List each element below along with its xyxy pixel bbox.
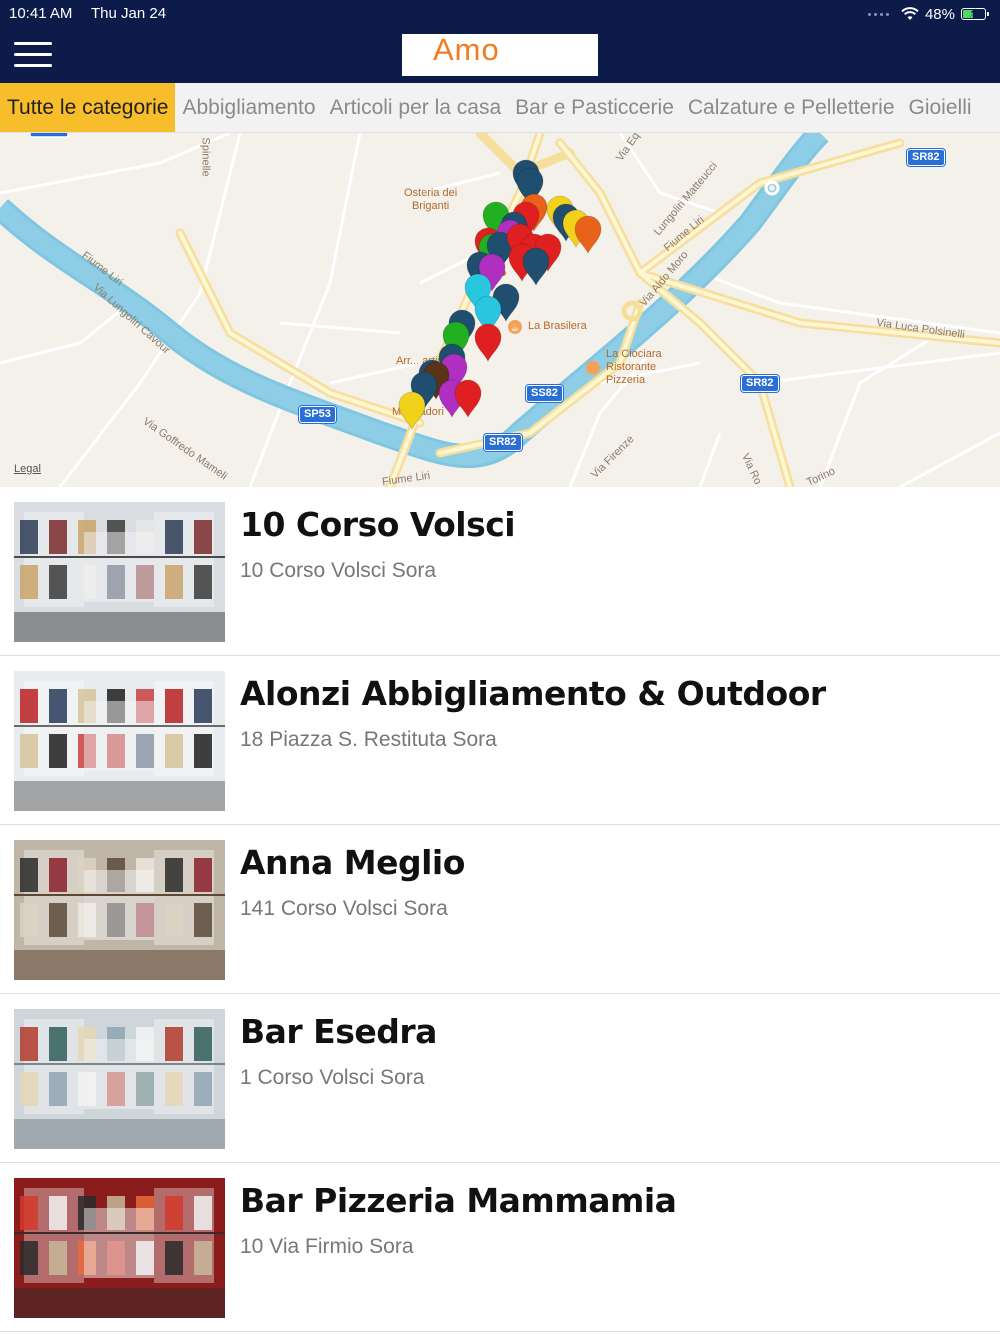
store-name: Alonzi Abbigliamento & Outdoor — [240, 674, 826, 713]
store-name: Anna Meglio — [240, 843, 465, 882]
category-tab[interactable]: Bar e Pasticcerie — [508, 83, 681, 132]
store-photo — [14, 671, 225, 811]
map-pin[interactable] — [474, 323, 502, 363]
map-pin[interactable] — [398, 391, 426, 431]
store-list[interactable]: 10 Corso Volsci 10 Corso Volsci Sora Alon… — [0, 487, 1000, 1332]
store-row[interactable]: Bar Esedra 1 Corso Volsci Sora — [0, 994, 1000, 1163]
category-tab[interactable]: Tutte le categorie — [0, 83, 176, 132]
category-tab[interactable]: Gioielli — [902, 83, 979, 132]
store-row[interactable]: Alonzi Abbigliamento & Outdoor 18 Piazza … — [0, 656, 1000, 825]
map-pin[interactable] — [522, 247, 550, 287]
cellular-dots-icon — [867, 12, 889, 16]
app-logo: Amo — [402, 32, 598, 76]
store-address: 18 Piazza S. Restituta Sora — [240, 728, 497, 751]
store-address: 10 Via Firmio Sora — [240, 1235, 414, 1258]
menu-button[interactable] — [14, 42, 52, 68]
status-date: Thu Jan 24 — [91, 5, 167, 22]
battery-icon: ⚡ — [961, 6, 989, 20]
store-address: 1 Corso Volsci Sora — [240, 1066, 425, 1089]
store-photo — [14, 840, 225, 980]
app-logo-text: Amo — [433, 32, 500, 67]
store-row[interactable]: 10 Corso Volsci 10 Corso Volsci Sora — [0, 487, 1000, 656]
map-view[interactable]: ☕ Osteria dei Briganti La Brasilera La C… — [0, 133, 1000, 487]
store-photo — [14, 1178, 225, 1318]
store-row[interactable]: Bar Pizzeria Mammamia 10 Via Firmio Sora — [0, 1163, 1000, 1332]
store-name: Bar Pizzeria Mammamia — [240, 1181, 677, 1220]
battery-percent: 48% — [924, 5, 955, 23]
map-pin[interactable] — [454, 379, 482, 419]
store-address: 141 Corso Volsci Sora — [240, 897, 448, 920]
category-tab[interactable]: Calzature e Pelletterie — [681, 83, 902, 132]
status-indicators: 48% ⚡ — [867, 4, 989, 24]
charging-bolt-icon: ⚡ — [969, 6, 978, 20]
status-time: 10:41 AM — [9, 5, 73, 22]
store-name: 10 Corso Volsci — [240, 505, 516, 544]
category-tab[interactable]: Articoli per la casa — [323, 83, 509, 132]
top-bar: 10:41 AM Thu Jan 24 48% ⚡ Amo — [0, 0, 1000, 83]
store-row[interactable]: Anna Meglio 141 Corso Volsci Sora — [0, 825, 1000, 994]
store-photo — [14, 1009, 225, 1149]
map-pin[interactable] — [574, 215, 602, 255]
wifi-icon — [901, 7, 919, 20]
store-name: Bar Esedra — [240, 1012, 437, 1051]
map-legal-link[interactable]: Legal — [14, 463, 41, 475]
category-tab[interactable]: Abbigliamento — [175, 83, 322, 132]
store-photo — [14, 502, 225, 642]
map-pins[interactable] — [0, 133, 1000, 487]
store-address: 10 Corso Volsci Sora — [240, 559, 437, 582]
category-tabs[interactable]: Tutte le categorie Abbigliamento Articoli … — [0, 83, 1000, 133]
